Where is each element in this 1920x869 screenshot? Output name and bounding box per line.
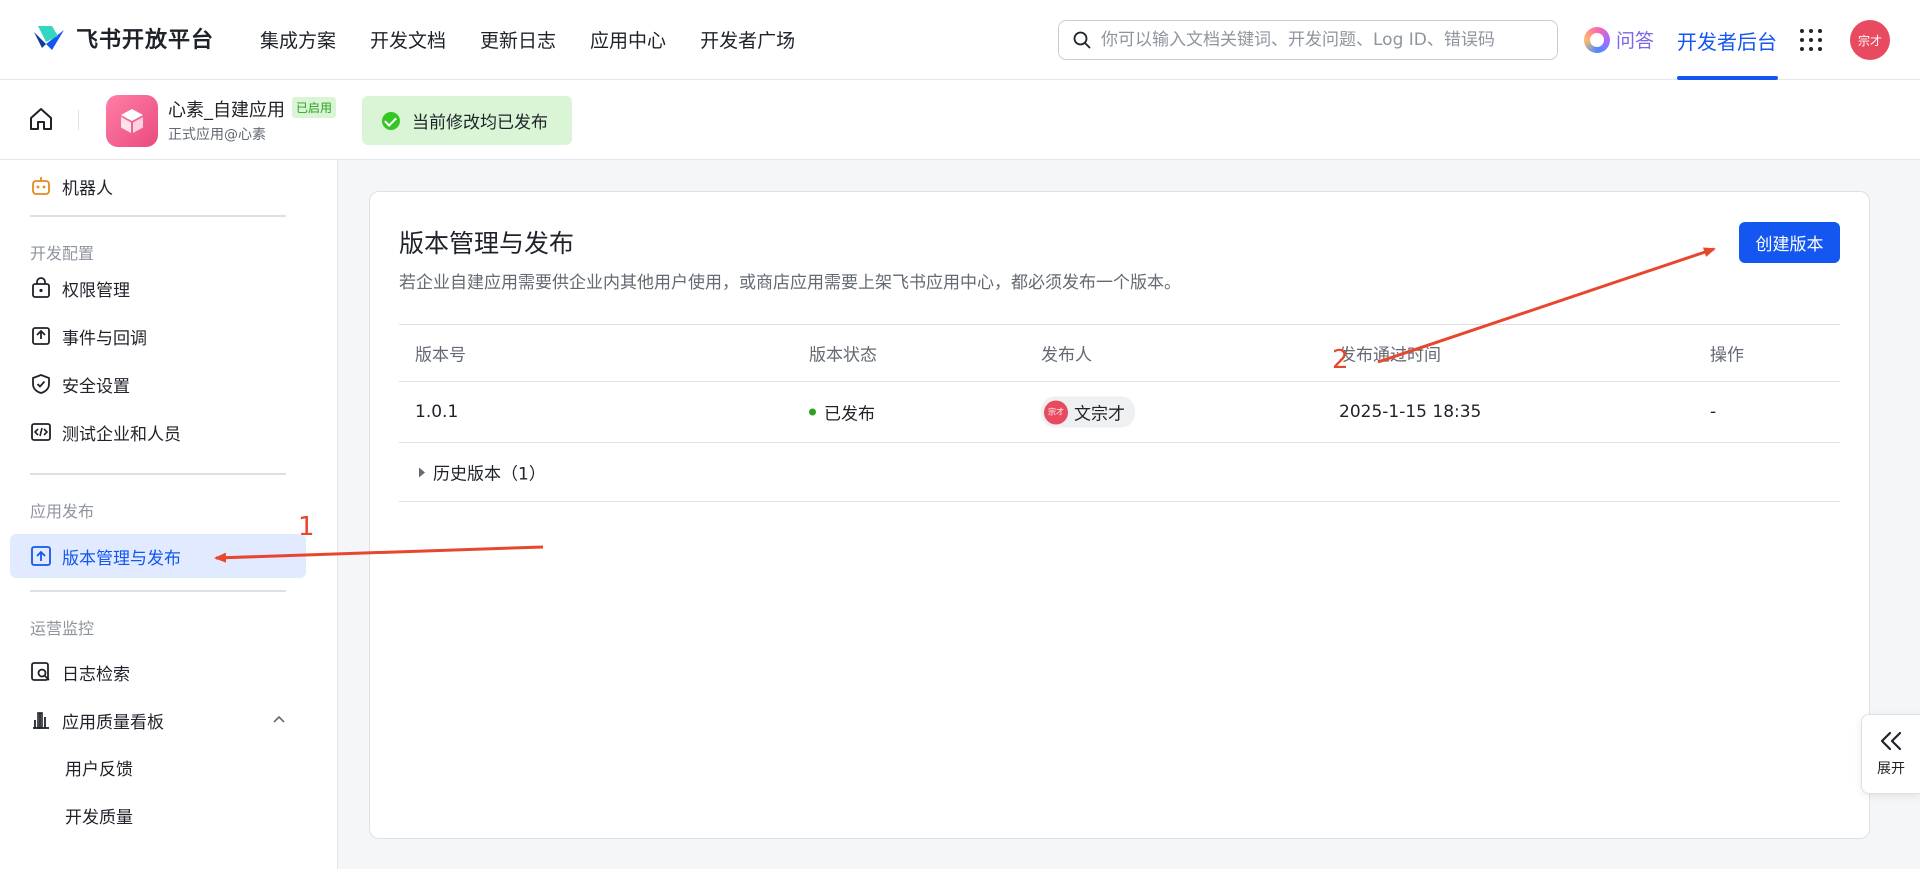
column-header-status: 版本状态 (809, 345, 877, 366)
nav-app-center[interactable]: 应用中心 (590, 26, 666, 53)
check-circle-icon (382, 111, 400, 130)
sidebar-section-ops-monitoring: 运营监控 (30, 619, 95, 638)
status-text: 已发布 (824, 404, 875, 425)
upload-icon (30, 545, 52, 567)
qa-button[interactable]: 问答 (1584, 26, 1654, 53)
publisher-avatar: 宗才 (1044, 400, 1068, 424)
nav-dev-square[interactable]: 开发者广场 (700, 26, 795, 53)
version-table: 版本号 版本状态 发布人 发布通过时间 操作 1.0.1 已发布 宗才 文宗才 … (399, 324, 1840, 502)
expand-panel-button[interactable]: 展开 (1861, 714, 1920, 794)
bar-chart-icon (30, 709, 52, 731)
log-search-icon (30, 661, 52, 683)
app-cube-icon (106, 95, 158, 147)
sidebar-item-label: 应用质量看板 (62, 712, 164, 733)
publish-status-banner: 当前修改均已发布 (362, 96, 572, 145)
sidebar-item-security[interactable]: 安全设置 (10, 362, 306, 406)
qa-label: 问答 (1616, 30, 1655, 52)
sidebar-item-label: 版本管理与发布 (62, 548, 181, 569)
table-header: 版本号 版本状态 发布人 发布通过时间 操作 (399, 324, 1840, 382)
app-name: 心素_自建应用 (168, 100, 285, 121)
main-nav: 集成方案 开发文档 更新日志 应用中心 开发者广场 (260, 26, 795, 53)
sidebar-item-permissions[interactable]: 权限管理 (10, 266, 306, 310)
row-action: - (1710, 402, 1717, 422)
top-navigation-bar: 飞书开放平台 集成方案 开发文档 更新日志 应用中心 开发者广场 问答 开发者后… (0, 0, 1920, 80)
sidebar-item-label: 测试企业和人员 (62, 424, 181, 445)
sidebar: 机器人 开发配置 权限管理 事件与回调 安全设置 测试企业和人员 应用发布 版本… (0, 160, 338, 869)
ai-assistant-icon (1584, 26, 1610, 53)
publisher-chip[interactable]: 宗才 文宗才 (1041, 396, 1135, 428)
lock-bag-icon (30, 277, 52, 299)
history-versions-toggle[interactable]: 历史版本（1） (399, 443, 1840, 502)
sidebar-divider (30, 590, 286, 592)
sidebar-item-events-callbacks[interactable]: 事件与回调 (10, 314, 306, 358)
chevron-up-icon[interactable] (272, 713, 286, 727)
publish-status-text: 当前修改均已发布 (412, 113, 548, 133)
sidebar-item-label: 用户反馈 (65, 759, 133, 780)
approved-time: 2025-1-15 18:35 (1339, 402, 1482, 422)
sidebar-item-label: 机器人 (62, 178, 113, 199)
column-header-publisher: 发布人 (1041, 345, 1092, 366)
feishu-open-platform-logo[interactable]: 飞书开放平台 (32, 22, 214, 54)
app-header-bar: 心素_自建应用 已启用 正式应用@心素 当前修改均已发布 (0, 80, 1920, 160)
sidebar-divider (30, 473, 286, 475)
logo-text: 飞书开放平台 (76, 28, 215, 53)
sidebar-item-label: 权限管理 (62, 280, 130, 301)
sidebar-item-user-feedback[interactable]: 用户反馈 (10, 745, 306, 789)
search-icon (1073, 31, 1091, 49)
search-input[interactable] (1101, 30, 1541, 50)
robot-icon (30, 175, 52, 197)
sidebar-divider (30, 215, 286, 217)
feishu-logo-icon (34, 26, 64, 50)
annotation-marker-1: 1 (298, 512, 315, 542)
version-management-card: 版本管理与发布 若企业自建应用需要供企业内其他用户使用，或商店应用需要上架飞书应… (369, 191, 1870, 839)
column-header-version: 版本号 (415, 345, 466, 366)
user-avatar[interactable]: 宗才 (1850, 20, 1890, 60)
app-subtitle: 正式应用@心素 (168, 127, 266, 143)
developer-backend-link[interactable]: 开发者后台 (1677, 26, 1777, 55)
sidebar-item-label: 开发质量 (65, 807, 133, 828)
sidebar-item-label: 事件与回调 (62, 328, 147, 349)
publisher-cell: 宗才 文宗才 (1041, 396, 1135, 428)
annotation-marker-2: 2 (1332, 345, 1349, 375)
column-header-approved-time: 发布通过时间 (1339, 345, 1441, 366)
caret-right-icon (419, 467, 425, 477)
history-toggle-content: 历史版本（1） (419, 460, 546, 485)
sidebar-section-app-release: 应用发布 (30, 502, 95, 521)
nav-changelog[interactable]: 更新日志 (480, 26, 556, 53)
table-row: 1.0.1 已发布 宗才 文宗才 2025-1-15 18:35 - (399, 382, 1840, 443)
sidebar-section-dev-config: 开发配置 (30, 244, 95, 263)
sidebar-item-log-search[interactable]: 日志检索 (10, 650, 306, 694)
code-icon (30, 421, 52, 443)
nav-docs[interactable]: 开发文档 (370, 26, 446, 53)
publisher-name: 文宗才 (1074, 404, 1125, 425)
search-box[interactable] (1058, 20, 1558, 60)
sidebar-item-dev-quality[interactable]: 开发质量 (10, 793, 306, 837)
sidebar-item-robot[interactable]: 机器人 (10, 164, 306, 208)
page-description: 若企业自建应用需要供企业内其他用户使用，或商店应用需要上架飞书应用中心，都必须发… (399, 273, 1181, 293)
version-number: 1.0.1 (415, 402, 459, 422)
app-launcher-grid-icon[interactable] (1800, 29, 1822, 51)
version-status: 已发布 (809, 400, 875, 425)
sidebar-item-quality-dashboard[interactable]: 应用质量看板 (10, 698, 306, 742)
sidebar-item-label: 日志检索 (62, 664, 130, 685)
home-icon[interactable] (28, 106, 54, 132)
sidebar-item-label: 安全设置 (62, 376, 130, 397)
page-title: 版本管理与发布 (399, 229, 575, 258)
shield-icon (30, 373, 52, 395)
history-label: 历史版本（1） (433, 464, 546, 485)
expand-label: 展开 (1877, 761, 1905, 777)
create-version-button[interactable]: 创建版本 (1739, 222, 1840, 263)
status-dot-icon (809, 408, 816, 416)
sidebar-item-test-enterprise[interactable]: 测试企业和人员 (10, 410, 306, 454)
sidebar-item-version-release[interactable]: 版本管理与发布 (10, 534, 306, 578)
column-header-actions: 操作 (1710, 345, 1744, 366)
app-status-badge: 已启用 (292, 97, 337, 118)
event-plus-icon (30, 325, 52, 347)
double-chevron-left-icon (1880, 731, 1902, 751)
nav-integration[interactable]: 集成方案 (260, 26, 336, 53)
divider (78, 110, 79, 130)
